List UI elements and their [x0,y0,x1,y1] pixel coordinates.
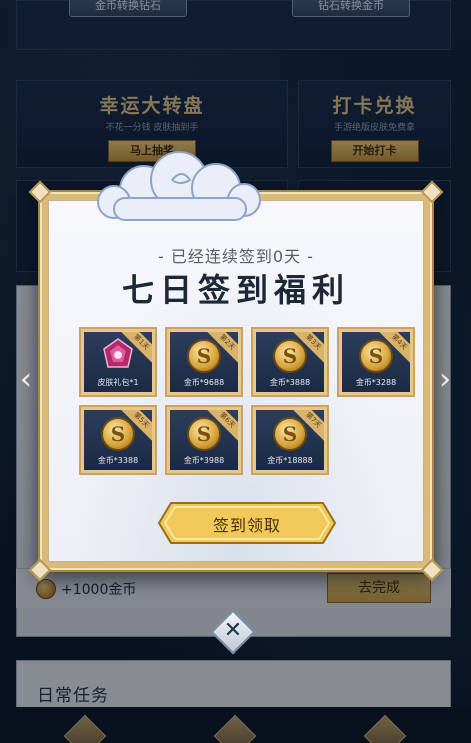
close-button[interactable]: ✕ [210,609,256,655]
coin-icon: S [273,339,307,373]
reward-label: 金币*9688 [183,378,225,387]
cloud-ornament-icon [97,151,261,221]
close-icon: ✕ [223,618,243,643]
signin-modal: - 已经连续签到0天 - 七日签到福利 第1天 皮肤礼包*1 第2天 S 金币*… [28,180,444,582]
modal-body: - 已经连续签到0天 - 七日签到福利 第1天 皮肤礼包*1 第2天 S 金币*… [48,200,424,562]
reward-label: 金币*3288 [355,378,397,387]
modal-title: 七日签到福利 [121,271,350,309]
claim-button-label: 签到领取 [212,516,281,535]
claim-button[interactable]: 签到领取 [157,501,337,545]
day-tile-2[interactable]: 第2天 S 金币*9688 [165,327,243,397]
reward-label: 金币*18888 [267,456,313,465]
reward-label: 皮肤礼包*1 [97,378,139,387]
reward-label: 金币*3388 [97,456,139,465]
coin-icon: S [101,417,135,451]
day-tile-7[interactable]: 第7天 S 金币*18888 [251,405,329,475]
reward-label: 金币*3988 [183,456,225,465]
coin-icon: S [273,417,307,451]
next-arrow-icon[interactable]: › [433,360,457,400]
gift-icon [103,338,133,368]
coin-icon: S [187,339,221,373]
day-tile-4[interactable]: 第4天 S 金币*3288 [337,327,415,397]
coin-icon: S [359,339,393,373]
day-tile-3[interactable]: 第3天 S 金币*3888 [251,327,329,397]
streak-subtitle: - 已经连续签到0天 - [158,247,314,266]
day-tile-6[interactable]: 第6天 S 金币*3988 [165,405,243,475]
coin-icon: S [187,417,221,451]
day-tile-1[interactable]: 第1天 皮肤礼包*1 [79,327,157,397]
prev-arrow-icon[interactable]: ‹ [14,360,38,400]
reward-label: 金币*3888 [269,378,311,387]
day-tile-5[interactable]: 第5天 S 金币*3388 [79,405,157,475]
